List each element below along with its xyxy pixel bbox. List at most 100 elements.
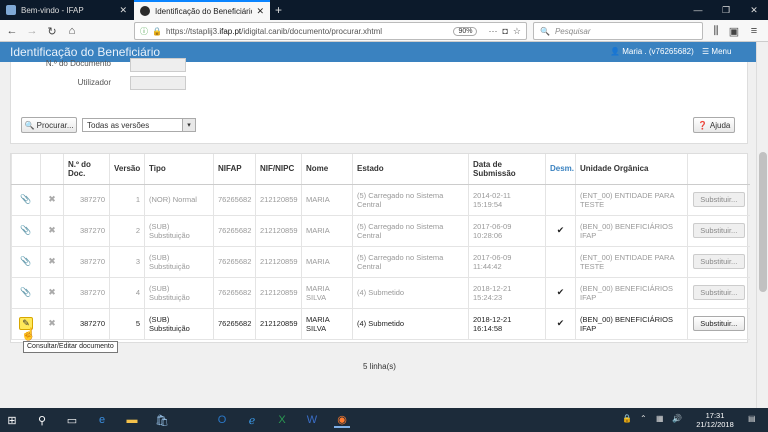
edge-browser-icon[interactable]: e [94,412,110,428]
store-icon[interactable]: 🛍 [154,412,170,428]
forward-icon[interactable]: → [24,23,40,39]
close-icon[interactable]: ✕ [119,5,127,16]
col-delete [40,154,64,185]
col-nifap[interactable]: NIFAP [213,154,256,185]
minimize-icon[interactable]: — [684,0,712,20]
taskbar-clock[interactable]: 17:31 21/12/2018 [690,411,740,429]
cell-ndoc: 387270 [63,215,110,247]
zoom-level[interactable]: 90% [453,26,478,36]
cell-nif: 212120859 [255,215,302,247]
cell-ndoc: 387270 [63,246,110,278]
col-desm[interactable]: Desm. [545,154,576,185]
col-nif[interactable]: NIF/NIPC [255,154,302,185]
reload-icon[interactable]: ↻ [44,23,60,39]
scrollbar-thumb[interactable] [759,152,767,292]
search-icon[interactable]: ⚲ [34,412,50,428]
paperclip-icon[interactable]: 📎 [20,225,31,235]
substituir-button[interactable]: Substituir... [692,316,745,331]
outlook-icon[interactable]: O [214,412,230,428]
close-icon[interactable]: ✖ [48,318,56,328]
close-icon[interactable]: ✕ [256,6,264,17]
ajuda-button[interactable]: ❓ Ajuda [693,117,735,133]
word-icon[interactable]: W [304,412,320,428]
cell-desm: ✔ [545,277,576,309]
substituir-button[interactable]: Substituir... [692,285,745,300]
notifications-icon[interactable]: ▤ [748,414,756,423]
hamburger-menu-icon[interactable]: ≡ [746,23,762,39]
info-icon[interactable]: ⓘ [140,26,148,37]
library-icon[interactable]: ⫼ [708,23,724,39]
paperclip-icon[interactable]: 📎 [20,194,31,204]
internet-explorer-icon[interactable]: ℯ [244,412,260,428]
home-icon[interactable]: ⌂ [64,23,80,39]
tray-up-icon[interactable]: ⌃ [640,414,647,423]
task-view-icon[interactable]: ▭ [64,412,80,428]
col-versao[interactable]: Versão [109,154,145,185]
back-icon[interactable]: ← [4,23,20,39]
windows-taskbar: ⊞ ⚲ ▭ e ▬ 🛍 O ℯ X W ◉ 🔒 ⌃ ▦ 🔊 17:31 21/12… [0,408,768,432]
volume-icon[interactable]: 🔊 [672,414,682,423]
col-estado[interactable]: Estado [352,154,469,185]
maximize-icon[interactable]: ❐ [712,0,740,20]
col-nome[interactable]: Nome [301,154,353,185]
ifap-favicon-icon [6,5,16,15]
col-tipo[interactable]: Tipo [144,154,214,185]
window-close-icon[interactable]: ✕ [740,0,768,20]
page-scrollbar[interactable] [756,42,768,408]
col-unidade[interactable]: Unidade Orgânica [575,154,688,185]
network-icon[interactable]: ▦ [656,414,664,423]
results-table: N.º do Doc. Versão Tipo NIFAP NIF/NIPC N… [10,153,750,343]
cell-ndoc: 387270 [63,184,110,216]
tab-identificacao[interactable]: Identificação do Beneficiário (A ✕ [134,0,270,20]
file-explorer-icon[interactable]: ▬ [124,412,140,428]
cell-nif: 212120859 [255,246,302,278]
doc-number-label: N.º do Documento [45,59,111,68]
col-edit [11,154,41,185]
user-menu[interactable]: 👤 Maria . (v76265682) [610,47,694,56]
pocket-icon[interactable]: ◘ [502,26,507,36]
app-header: Identificação do Beneficiário 👤 Maria . … [0,42,756,62]
excel-icon[interactable]: X [274,412,290,428]
bookmark-star-icon[interactable]: ☆ [513,26,521,37]
user-icon: 👤 [610,47,620,56]
lock-icon[interactable]: 🔒 [622,414,632,423]
chevron-down-icon[interactable]: ▾ [182,118,196,132]
close-icon[interactable]: ✖ [48,194,56,204]
close-icon[interactable]: ✖ [48,225,56,235]
tab-bem-vindo[interactable]: Bem-vindo - IFAP ✕ [0,0,133,20]
cell-tipo: (SUB) Substituição [144,277,214,309]
col-ndoc[interactable]: N.º do Doc. [63,154,110,185]
search-toolbar: 🔍 Procurar... Todas as versões ▾ ❓ Ajuda [10,113,748,137]
cell-nome: MARIA SILVA [301,277,353,309]
close-icon[interactable]: ✖ [48,256,56,266]
cell-versao: 5 [109,308,145,340]
procurar-button[interactable]: 🔍 Procurar... [21,117,77,133]
sidebar-icon[interactable]: ▣ [726,23,742,39]
substituir-button[interactable]: Substituir... [692,254,745,269]
firefox-icon[interactable]: ◉ [334,412,350,428]
cell-estado: (5) Carregado no Sistema Central [352,215,469,247]
cell-tipo: (SUB) Substituição [144,246,214,278]
close-icon[interactable]: ✖ [48,287,56,297]
cell-nif: 212120859 [255,277,302,309]
substituir-button[interactable]: Substituir... [692,223,745,238]
more-actions-icon[interactable]: ··· [488,26,497,36]
cell-ndoc: 387270 [63,308,110,340]
search-input[interactable]: 🔍 Pesquisar [533,22,703,40]
menu-icon: ☰ [702,47,710,56]
cell-nome: MARIA [301,246,353,278]
lock-icon: 🔒 [152,26,162,36]
menu-button[interactable]: ☰ Menu [702,47,731,56]
versions-select[interactable]: Todas as versões [82,118,183,132]
url-bar[interactable]: ⓘ 🔒 https://tstaplij3.ifap.pt/idigital.c… [134,22,527,40]
paperclip-icon[interactable]: 📎 [20,287,31,297]
substituir-button[interactable]: Substituir... [692,192,745,207]
doc-number-input[interactable] [130,58,186,72]
col-actions [687,154,750,185]
windows-start-icon[interactable]: ⊞ [4,412,20,428]
paperclip-icon[interactable]: 📎 [20,256,31,266]
table-row: 📎 ✖ 387270 1 (NOR) Normal 76265682 21212… [11,184,750,216]
col-data[interactable]: Data de Submissão [468,154,546,185]
utilizador-input[interactable] [130,76,186,90]
new-tab-icon[interactable]: + [275,3,282,17]
